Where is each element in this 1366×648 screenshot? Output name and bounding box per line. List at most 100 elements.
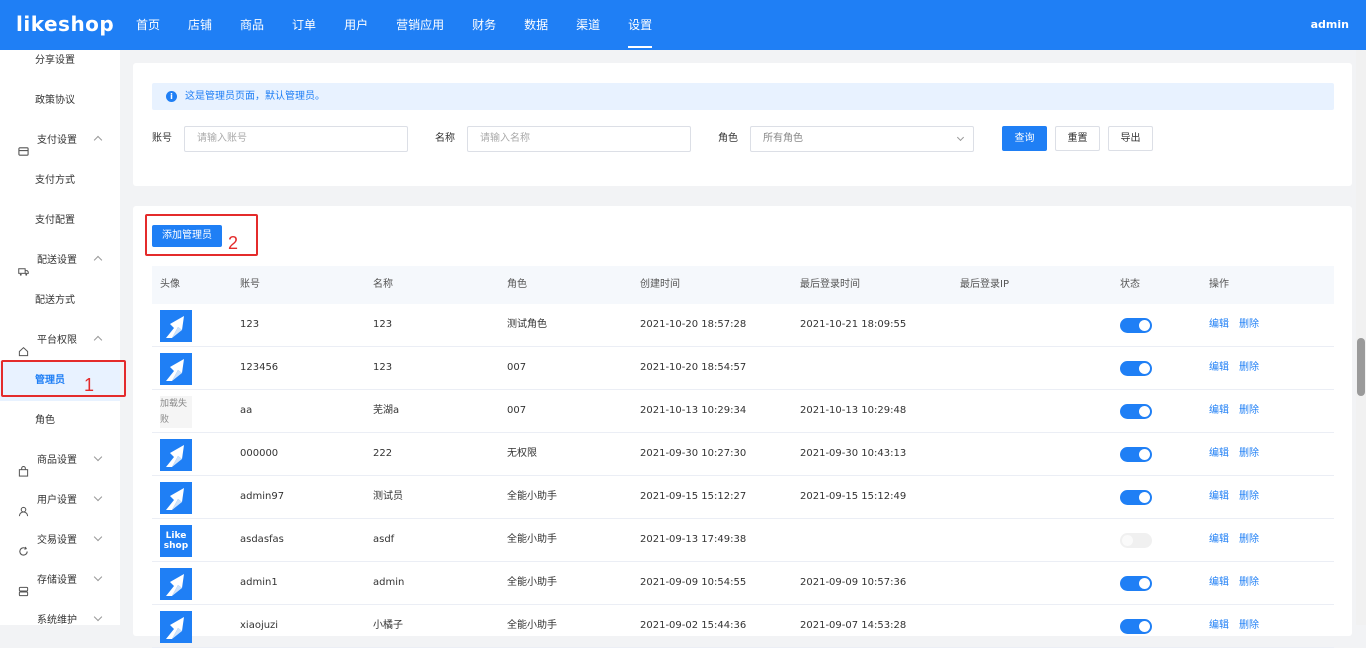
status-toggle[interactable] (1120, 404, 1152, 419)
query-button[interactable]: 查询 (1002, 126, 1047, 151)
cell-created: 2021-09-13 17:49:38 (640, 534, 747, 545)
delete-link[interactable]: 删除 (1239, 519, 1259, 561)
chevron-down-icon (93, 532, 103, 542)
cell-account: xiaojuzi (240, 620, 279, 631)
status-toggle[interactable] (1120, 361, 1152, 376)
edit-link[interactable]: 编辑 (1209, 605, 1229, 647)
sidebar-item[interactable]: 政策协议 (0, 81, 120, 121)
table-header: 头像 账号 名称 角色 创建时间 最后登录时间 最后登录IP 状态 操作 (152, 266, 1334, 304)
sidebar-item[interactable]: 系统维护 (0, 601, 120, 625)
edit-link[interactable]: 编辑 (1209, 347, 1229, 389)
cell-account: asdasfas (240, 534, 284, 545)
cell-last-login: 2021-09-09 10:57:36 (800, 577, 907, 588)
sidebar: 分享设置 政策协议 支付设置 支付方式 支付配置 配送设置 配送方式 平台权限 管理员 角色 商品设… (0, 50, 120, 625)
chevron-down-icon (93, 612, 103, 622)
top-nav: 首页 店铺 商品 订单 用户 营销应用 财务 数据 渠道 设置 (122, 0, 666, 50)
cell-name: 小橘子 (373, 620, 403, 631)
top-nav-item[interactable]: 数据 (510, 0, 562, 50)
sidebar-item-label: 支付配置 (35, 215, 75, 226)
sidebar-item[interactable]: 平台权限 (0, 321, 120, 361)
page-scrollbar[interactable] (1356, 50, 1366, 625)
edit-link[interactable]: 编辑 (1209, 476, 1229, 518)
reset-button[interactable]: 重置 (1055, 126, 1100, 151)
top-nav-item[interactable]: 首页 (122, 0, 174, 50)
role-label: 角色 (718, 133, 738, 144)
column-header: 创建时间 (640, 279, 680, 290)
sidebar-item[interactable]: 角色 (0, 401, 120, 441)
delete-link[interactable]: 删除 (1239, 433, 1259, 475)
annotation-number-1: 1 (84, 375, 95, 395)
account-label: 账号 (152, 133, 172, 144)
status-toggle[interactable] (1120, 447, 1152, 462)
top-nav-item[interactable]: 营销应用 (382, 0, 458, 50)
cell-role: 007 (507, 405, 527, 416)
delete-link[interactable]: 删除 (1239, 347, 1259, 389)
sidebar-item[interactable]: 支付设置 (0, 121, 120, 161)
chevron-down-icon (93, 492, 103, 502)
delete-link[interactable]: 删除 (1239, 476, 1259, 518)
cell-account: admin1 (240, 577, 278, 588)
cell-role: 007 (507, 362, 527, 373)
account-input[interactable]: 请输入账号 (184, 126, 408, 152)
sidebar-item-label: 用户设置 (37, 495, 77, 506)
toggle-knob (1139, 320, 1150, 331)
table-row: 000000 222 无权限 2021-09-30 10:27:30 2021-09-3… (152, 433, 1334, 476)
role-select[interactable]: 所有角色 (750, 126, 974, 152)
top-nav-item[interactable]: 财务 (458, 0, 510, 50)
chevron-down-icon (93, 452, 103, 462)
highlight-box-1 (1, 360, 126, 397)
sidebar-item[interactable]: 配送设置 (0, 241, 120, 281)
admin-table-card: 添加管理员 2 头像 账号 名称 角色 创建时间 最后登录时间 最后登录IP 状态 操作 123… (133, 206, 1352, 648)
cell-created: 2021-09-30 10:27:30 (640, 448, 747, 459)
edit-link[interactable]: 编辑 (1209, 304, 1229, 346)
sidebar-item[interactable]: 商品设置 (0, 441, 120, 481)
sidebar-item[interactable]: 支付方式 (0, 161, 120, 201)
status-toggle[interactable] (1120, 619, 1152, 634)
status-toggle[interactable] (1120, 490, 1152, 505)
status-toggle[interactable] (1120, 318, 1152, 333)
edit-link[interactable]: 编辑 (1209, 433, 1229, 475)
sidebar-item-label: 角色 (35, 415, 55, 426)
delete-link[interactable]: 删除 (1239, 390, 1259, 432)
app-logo[interactable]: likeshop (16, 12, 114, 36)
sidebar-item[interactable]: 用户设置 (0, 481, 120, 521)
delete-link[interactable]: 删除 (1239, 304, 1259, 346)
top-nav-item[interactable]: 设置 (614, 0, 666, 50)
avatar (160, 611, 192, 643)
sidebar-item[interactable]: 配送方式 (0, 281, 120, 321)
cell-created: 2021-10-20 18:57:28 (640, 319, 747, 330)
table-row: xiaojuzi 小橘子 全能小助手 2021-09-02 15:44:36 2021-… (152, 605, 1334, 648)
sidebar-item[interactable]: 交易设置 (0, 521, 120, 561)
toggle-knob (1139, 406, 1150, 417)
admin-user-menu[interactable]: admin (1311, 0, 1349, 50)
sidebar-item[interactable]: 支付配置 (0, 201, 120, 241)
status-toggle[interactable] (1120, 533, 1152, 548)
cell-name: 123 (373, 319, 393, 330)
table-row: Like shop asdasfas asdf 全能小助手 2021-09-13 17:… (152, 519, 1334, 562)
cell-created: 2021-09-15 15:12:27 (640, 491, 747, 502)
sidebar-item-label: 平台权限 (37, 335, 77, 346)
delete-link[interactable]: 删除 (1239, 605, 1259, 647)
scrollbar-thumb[interactable] (1357, 338, 1365, 396)
toggle-knob (1139, 578, 1150, 589)
cell-last-login: 2021-09-30 10:43:13 (800, 448, 907, 459)
edit-link[interactable]: 编辑 (1209, 390, 1229, 432)
table-row: admin1 admin 全能小助手 2021-09-09 10:54:55 2021-… (152, 562, 1334, 605)
top-nav-item[interactable]: 订单 (278, 0, 330, 50)
sidebar-item[interactable]: 分享设置 (0, 50, 120, 81)
delete-link[interactable]: 删除 (1239, 562, 1259, 604)
sidebar-item-label: 配送方式 (35, 295, 75, 306)
name-input[interactable]: 请输入名称 (467, 126, 691, 152)
top-nav-item[interactable]: 用户 (330, 0, 382, 50)
annotation-number-2: 2 (228, 233, 239, 253)
column-header: 状态 (1120, 279, 1140, 290)
top-bar: likeshop 首页 店铺 商品 订单 用户 营销应用 财务 数据 渠道 设置 admin (0, 0, 1366, 50)
export-button[interactable]: 导出 (1108, 126, 1153, 151)
edit-link[interactable]: 编辑 (1209, 562, 1229, 604)
sidebar-item[interactable]: 存储设置 (0, 561, 120, 601)
status-toggle[interactable] (1120, 576, 1152, 591)
top-nav-item[interactable]: 渠道 (562, 0, 614, 50)
edit-link[interactable]: 编辑 (1209, 519, 1229, 561)
top-nav-item[interactable]: 商品 (226, 0, 278, 50)
top-nav-item[interactable]: 店铺 (174, 0, 226, 50)
